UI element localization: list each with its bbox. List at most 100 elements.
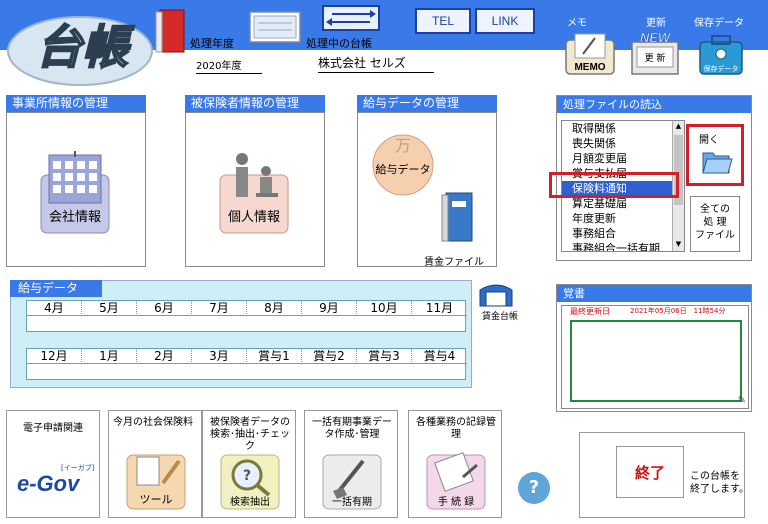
memo-label: メモ [567, 18, 587, 29]
save-data-label: 保存データ [694, 18, 744, 29]
personal-info-label: 個人情報 [228, 210, 280, 225]
file-list-item[interactable]: 事務組合一括有期 [562, 241, 684, 251]
search-icon: ? 検索抽出 [220, 454, 280, 510]
swap-arrows-icon [326, 10, 376, 26]
insured-card-header: 被保険者情報の管理 [185, 95, 325, 112]
memo-panel: 覚書 最終更新日 2021年05月06日 11時54分 ✎ [556, 284, 752, 412]
salary-month-cell[interactable]: 12月 [27, 349, 82, 364]
ledger-book-icon [155, 9, 185, 53]
tool-button-icon: ツール [126, 454, 186, 510]
last-updated-label: 最終更新日 [570, 307, 610, 316]
search-extract-tool[interactable]: 被保険者データの検索･抽出･チェック ? 検索抽出 [202, 410, 296, 518]
salary-month-cell[interactable]: 7月 [192, 301, 247, 316]
memo-area[interactable]: 最終更新日 2021年05月06日 11時54分 ✎ [561, 305, 749, 409]
open-file-button[interactable]: 開く [686, 124, 744, 186]
salary-data-header: 給与データ [10, 280, 102, 297]
salary-month-cell[interactable]: 3月 [192, 349, 247, 364]
records-icon: 手 続 録 [426, 452, 486, 510]
salary-month-cell[interactable]: 賞与4 [412, 349, 467, 364]
daicho-logo: 台帳 [7, 16, 153, 86]
salary-month-cell[interactable]: 10月 [357, 301, 412, 316]
year-label: 処理年度 [190, 37, 234, 50]
wage-file-icon[interactable] [440, 191, 476, 243]
salary-month-cell[interactable]: 6月 [137, 301, 192, 316]
shovel-icon: 一括有期 [322, 454, 382, 510]
lump-sum-tool[interactable]: 一括有期事業データ作成･管理 一括有期 [304, 410, 398, 518]
wage-ledger-icon[interactable] [478, 282, 514, 308]
selected-item-highlight [549, 172, 679, 198]
open-label: 開く [699, 135, 719, 146]
insured-card: 個人情報 [185, 112, 325, 267]
update-button[interactable]: NEW 更 新 [628, 30, 682, 78]
new-badge: NEW [640, 30, 672, 45]
payroll-data-button[interactable]: 万 給与データ [370, 129, 436, 199]
file-panel-header: 処理ファイルの読込 [557, 96, 751, 113]
salary-month-cell[interactable]: 賞与2 [302, 349, 357, 364]
save-icon-text: 保存データ [704, 64, 739, 73]
salary-month-cell[interactable]: 賞与1 [247, 349, 302, 364]
calendar-icon[interactable] [248, 10, 302, 44]
file-list-item[interactable]: 取得関係 [562, 121, 684, 136]
salary-month-cell[interactable]: 5月 [82, 301, 137, 316]
current-ledger-value: 株式会社 セルズ [318, 54, 434, 73]
salary-row-2: 12月 1月 2月 3月 賞与1 賞与2 賞与3 賞与4 [26, 348, 467, 380]
salary-month-cell[interactable]: 4月 [27, 301, 82, 316]
salary-month-cell[interactable]: 1月 [82, 349, 137, 364]
exit-description: この台帳を 終了します。 [690, 470, 749, 496]
scroll-up-icon[interactable]: ▲ [674, 122, 683, 132]
file-list-item[interactable]: 算定基礎届 [562, 196, 684, 211]
memo-text-field[interactable] [570, 320, 742, 402]
lump-sum-label: 一括有期 [332, 495, 372, 508]
tel-button[interactable]: TEL [415, 8, 471, 34]
lump-sum-title: 一括有期事業データ作成･管理 [312, 417, 392, 440]
salary-row-1: 4月 5月 6月 7月 8月 9月 10月 11月 [26, 300, 467, 332]
file-list-item[interactable]: 喪失関係 [562, 136, 684, 151]
file-list-item[interactable]: 月額変更届 [562, 151, 684, 166]
records-label: 手 続 録 [438, 495, 474, 508]
office-card: 会社情報 [6, 112, 146, 267]
all-files-line-2: 処 理 [703, 217, 727, 228]
memo-icon-text: MEMO [574, 62, 605, 73]
social-insurance-title: 今月の社会保険料 [113, 417, 193, 428]
social-insurance-tool[interactable]: 今月の社会保険料 ツール [108, 410, 202, 518]
personal-info-button[interactable]: 個人情報 [214, 149, 296, 237]
switch-ledger-button[interactable] [322, 5, 380, 31]
scroll-down-icon[interactable]: ▼ [674, 240, 683, 250]
tool-button-label: ツール [140, 493, 173, 506]
wage-ledger-label: 賃金台帳 [482, 312, 519, 322]
file-list-item[interactable]: 年度更新 [562, 211, 684, 226]
folder-open-icon [702, 152, 733, 174]
salary-month-cell[interactable]: 11月 [412, 301, 467, 316]
all-files-line-3: ファイル [695, 230, 735, 241]
save-data-button[interactable]: 保存データ [694, 30, 748, 78]
salary-month-cell[interactable]: 賞与3 [357, 349, 412, 364]
all-files-button[interactable]: 全ての 処 理 ファイル [690, 196, 740, 252]
salary-month-cell[interactable]: 8月 [247, 301, 302, 316]
office-card-header: 事業所情報の管理 [6, 95, 146, 112]
exit-desc-line-2: 終了します。 [690, 484, 749, 495]
memo-panel-header: 覚書 [557, 285, 751, 302]
egov-title: 電子申請関連 [23, 423, 83, 434]
records-title: 各種業務の記録管理 [416, 417, 496, 440]
salary-month-cell[interactable]: 2月 [137, 349, 192, 364]
year-value[interactable]: 2020年度 [196, 57, 262, 74]
help-button[interactable]: ? [518, 472, 550, 504]
exit-desc-line-1: この台帳を [690, 471, 740, 482]
all-files-line-1: 全ての [700, 204, 730, 215]
records-tool[interactable]: 各種業務の記録管理 手 続 録 [408, 410, 502, 518]
exit-button[interactable]: 終了 [616, 446, 684, 498]
link-button[interactable]: LINK [475, 8, 535, 34]
company-info-label: 会社情報 [49, 209, 101, 225]
payroll-data-label: 給与データ [376, 162, 431, 176]
company-info-button[interactable]: 会社情報 [35, 149, 117, 237]
payroll-card-header: 給与データの管理 [357, 95, 497, 112]
search-extract-label: 検索抽出 [230, 495, 270, 508]
egov-tool[interactable]: 電子申請関連 e-Gov [イーガブ] [6, 410, 100, 518]
wage-file-label: 賃金ファイル [424, 257, 484, 268]
file-list-item[interactable]: 事務組合 [562, 226, 684, 241]
salary-month-cell[interactable]: 9月 [302, 301, 357, 316]
logo-text: 台帳 [36, 20, 135, 74]
memo-button[interactable]: MEMO [563, 30, 617, 78]
pencil-icon[interactable]: ✎ [738, 395, 746, 406]
last-updated-value: 2021年05月06日 11時54分 [630, 307, 726, 315]
